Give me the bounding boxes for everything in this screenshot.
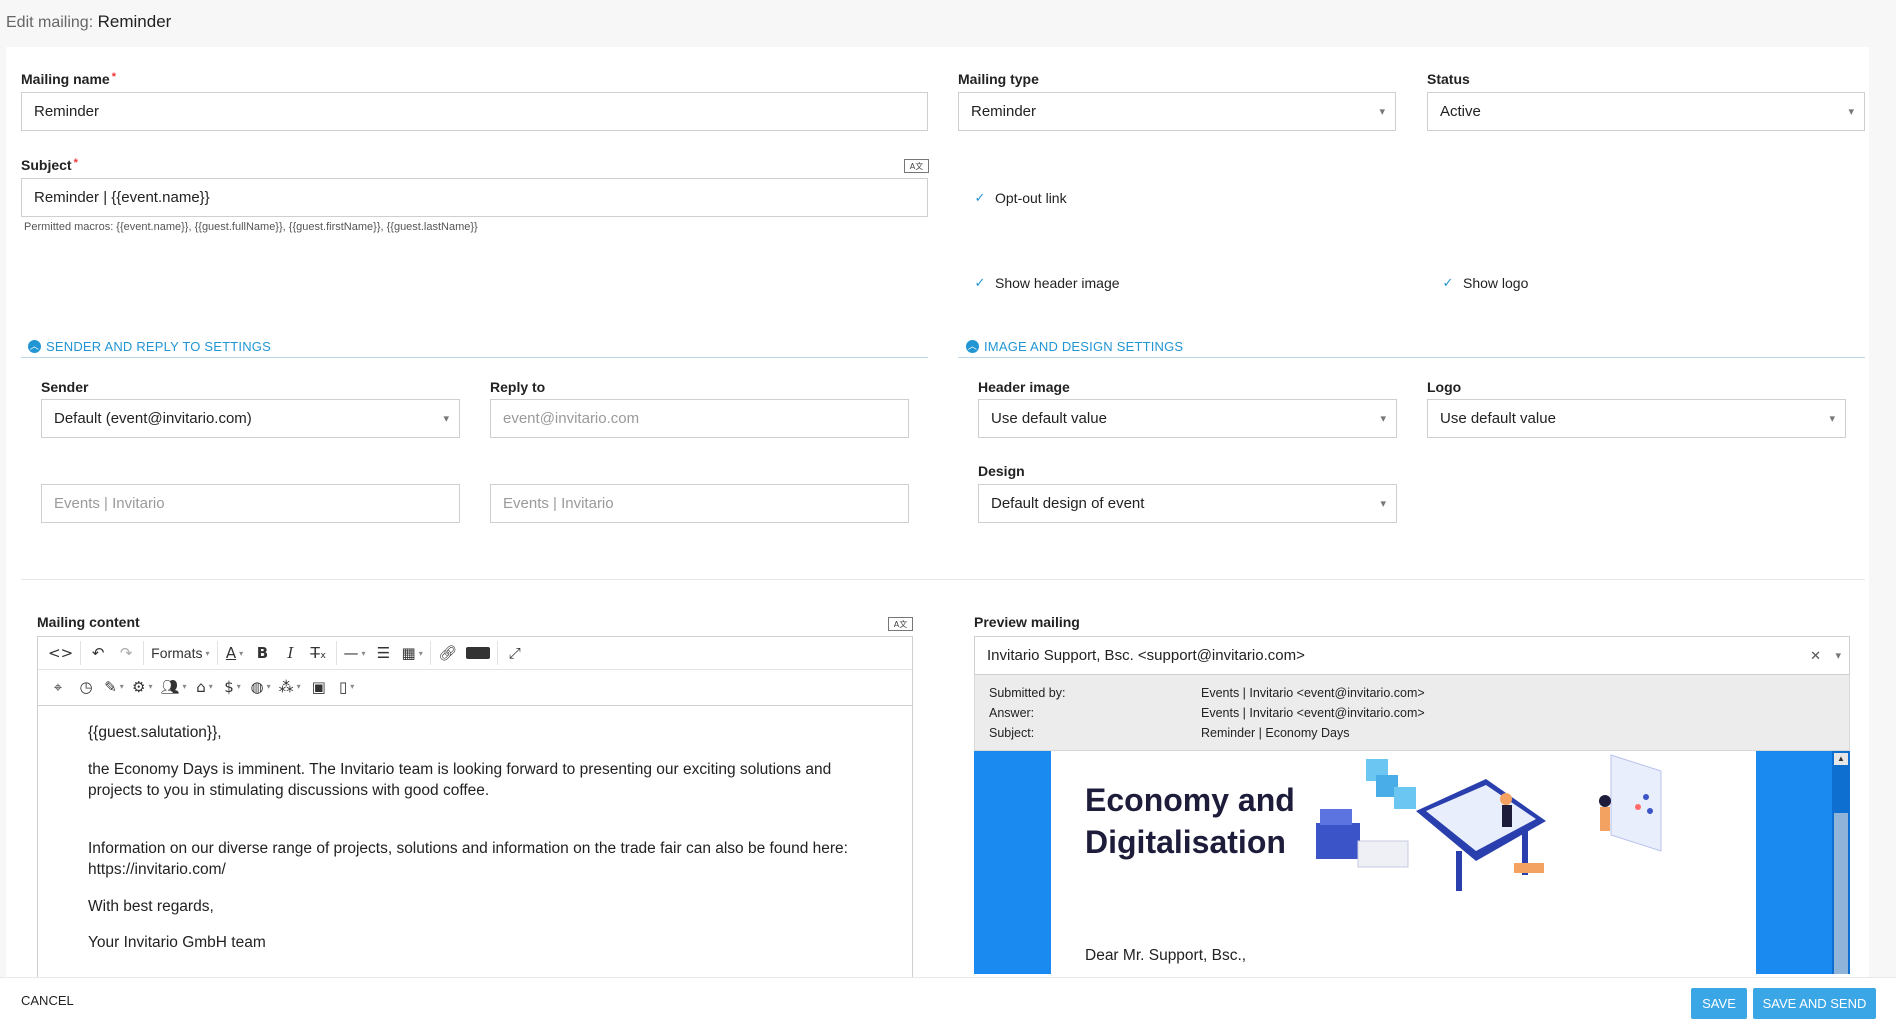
globe-icon[interactable]: ◍ ▾ — [247, 673, 275, 700]
preview-scrollbar[interactable]: ▲ — [1832, 751, 1850, 974]
preview-mail-frame: Economy and Digitalisation Dear Mr. Supp… — [974, 751, 1850, 974]
preview-mail-body: Economy and Digitalisation Dear Mr. Supp… — [1051, 751, 1756, 974]
clear-icon[interactable]: ✕ — [1810, 648, 1821, 664]
mailing-name-input[interactable]: Reminder — [21, 92, 928, 131]
scroll-thumb[interactable] — [1834, 813, 1848, 974]
scroll-up-icon[interactable]: ▲ — [1834, 753, 1848, 765]
text-color-icon[interactable]: A ▾ — [221, 640, 249, 667]
cancel-button[interactable]: CANCEL — [21, 993, 74, 1008]
preview-meta: Submitted by: Events | Invitario <event@i… — [974, 675, 1850, 751]
mail-greeting: Dear Mr. Support, Bsc., — [1085, 947, 1247, 964]
translate-content-icon[interactable]: A文 — [888, 617, 913, 631]
header-image-select[interactable]: Use default value — [978, 399, 1397, 438]
table-icon[interactable]: ▦ ▾ — [398, 640, 427, 667]
dollar-icon[interactable]: $ ▾ — [219, 673, 247, 700]
formats-dropdown[interactable]: Formats ▾ — [147, 640, 213, 667]
design-section-toggle[interactable]: ︿ IMAGE AND DESIGN SETTINGS — [966, 339, 1183, 354]
content-closing: With best regards, — [88, 897, 214, 915]
clear-format-icon[interactable]: T̶ₓ — [305, 640, 333, 667]
pdf-icon[interactable]: ▯ ▾ — [333, 673, 361, 700]
fullscreen-icon[interactable]: ⤢ — [501, 640, 529, 667]
content-paragraph: the Economy Days is imminent. The Invita… — [88, 760, 832, 800]
gear-icon[interactable]: ⚙ ▾ — [128, 673, 156, 700]
optout-checkbox[interactable]: ✓ Opt-out link — [973, 190, 1067, 206]
link-icon[interactable]: 🔗︎ — [434, 640, 462, 667]
subject-input[interactable]: Reminder | {{event.name}} — [21, 178, 928, 217]
bullet-list-icon[interactable]: ☰ — [370, 640, 398, 667]
sender-label: Sender — [41, 379, 89, 395]
content-signature: Your Invitario GmbH team — [88, 934, 266, 951]
clock-icon[interactable]: ◷ — [72, 673, 100, 700]
mailing-title-name: Reminder — [97, 12, 172, 31]
mailing-content-label: Mailing content — [37, 614, 140, 630]
check-icon: ✓ — [974, 275, 986, 290]
bottom-bar: CANCEL SAVE SAVE AND SEND — [0, 977, 1896, 1023]
page-title: Edit mailing: Reminder — [6, 12, 172, 31]
preview-recipient-select[interactable]: Invitario Support, Bsc. <support@invitar… — [974, 636, 1850, 675]
image-icon[interactable]: ▣ — [305, 673, 333, 700]
status-label: Status — [1427, 71, 1470, 87]
content-paragraph: Information on our diverse range of proj… — [88, 839, 848, 879]
banner-illustration — [1316, 754, 1662, 891]
mailing-type-label: Mailing type — [958, 71, 1039, 87]
preview-label: Preview mailing — [974, 614, 1080, 630]
banner-title: Economy and Digitalisation — [1085, 782, 1295, 860]
editor-content-area[interactable]: {{guest.salutation}}, the Economy Days i… — [38, 705, 912, 995]
chevron-down-icon[interactable]: ▾ — [1835, 649, 1841, 662]
check-icon: ✓ — [974, 190, 986, 205]
design-section-rule — [958, 357, 1865, 358]
italic-icon[interactable]: I — [277, 640, 305, 667]
mailing-name-label: Mailing name * — [21, 71, 116, 87]
reply-to-label: Reply to — [490, 379, 546, 395]
tag-icon[interactable]: ⌂ ▾ — [191, 673, 219, 700]
users-icon[interactable]: 👥︎ ▾ — [156, 673, 190, 700]
translate-subject-icon[interactable]: A文 — [904, 159, 929, 173]
design-label: Design — [978, 463, 1025, 479]
reply-name-input[interactable]: Events | Invitario — [490, 484, 909, 523]
content-salutation: {{guest.salutation}}, — [88, 724, 222, 741]
preview-panel: Invitario Support, Bsc. <support@invitar… — [974, 636, 1850, 996]
save-and-send-button[interactable]: SAVE AND SEND — [1753, 988, 1876, 1019]
sender-section-toggle[interactable]: ︿ SENDER AND REPLY TO SETTINGS — [28, 339, 271, 354]
save-button[interactable]: SAVE — [1691, 988, 1747, 1019]
horizontal-line-icon[interactable]: — ▾ — [340, 640, 370, 667]
bold-icon[interactable]: B — [249, 640, 277, 667]
show-header-image-checkbox[interactable]: ✓ Show header image — [973, 275, 1120, 291]
location-icon[interactable]: ⌖ — [44, 673, 72, 700]
logo-select[interactable]: Use default value — [1427, 399, 1846, 438]
chevron-up-icon: ︿ — [28, 340, 41, 353]
chevron-up-icon: ︿ — [966, 340, 979, 353]
sender-section-rule — [21, 357, 928, 358]
subject-label: Subject * — [21, 157, 78, 173]
source-code-icon[interactable]: <> — [44, 640, 77, 667]
redo-icon[interactable]: ↷ — [112, 640, 140, 667]
button-block-icon[interactable] — [462, 640, 494, 667]
shapes-icon[interactable]: ⁂ ▾ — [275, 673, 305, 700]
reply-to-input[interactable]: event@invitario.com — [490, 399, 909, 438]
sender-name-input[interactable]: Events | Invitario — [41, 484, 460, 523]
header-image-label: Header image — [978, 379, 1070, 395]
design-select[interactable]: Default design of event — [978, 484, 1397, 523]
status-select[interactable]: Active — [1427, 92, 1865, 131]
permitted-macros-hint: Permitted macros: {{event.name}}, {{gues… — [24, 221, 478, 233]
editor-toolbar-row-1: <> ↶ ↷ Formats ▾ A ▾ B I T̶ₓ — ▾ ☰ ▦ ▾ 🔗︎ ⤢ — [38, 637, 912, 670]
mailing-content-editor: <> ↶ ↷ Formats ▾ A ▾ B I T̶ₓ — ▾ ☰ ▦ ▾ 🔗︎ ⤢ … — [37, 636, 913, 996]
sender-select[interactable]: Default (event@invitario.com) — [41, 399, 460, 438]
check-icon: ✓ — [1442, 275, 1454, 290]
edit-icon[interactable]: ✎ ▾ — [100, 673, 128, 700]
mailing-type-select[interactable]: Reminder — [958, 92, 1396, 131]
undo-icon[interactable]: ↶ — [84, 640, 112, 667]
show-logo-checkbox[interactable]: ✓ Show logo — [1441, 275, 1529, 291]
logo-label: Logo — [1427, 379, 1462, 395]
section-divider — [21, 579, 1865, 580]
editor-toolbar-row-2: ⌖ ◷ ✎ ▾ ⚙ ▾ 👥︎ ▾ ⌂ ▾ $ ▾ ◍ ▾ ⁂ ▾ ▣ ▯ ▾ — [38, 670, 912, 703]
